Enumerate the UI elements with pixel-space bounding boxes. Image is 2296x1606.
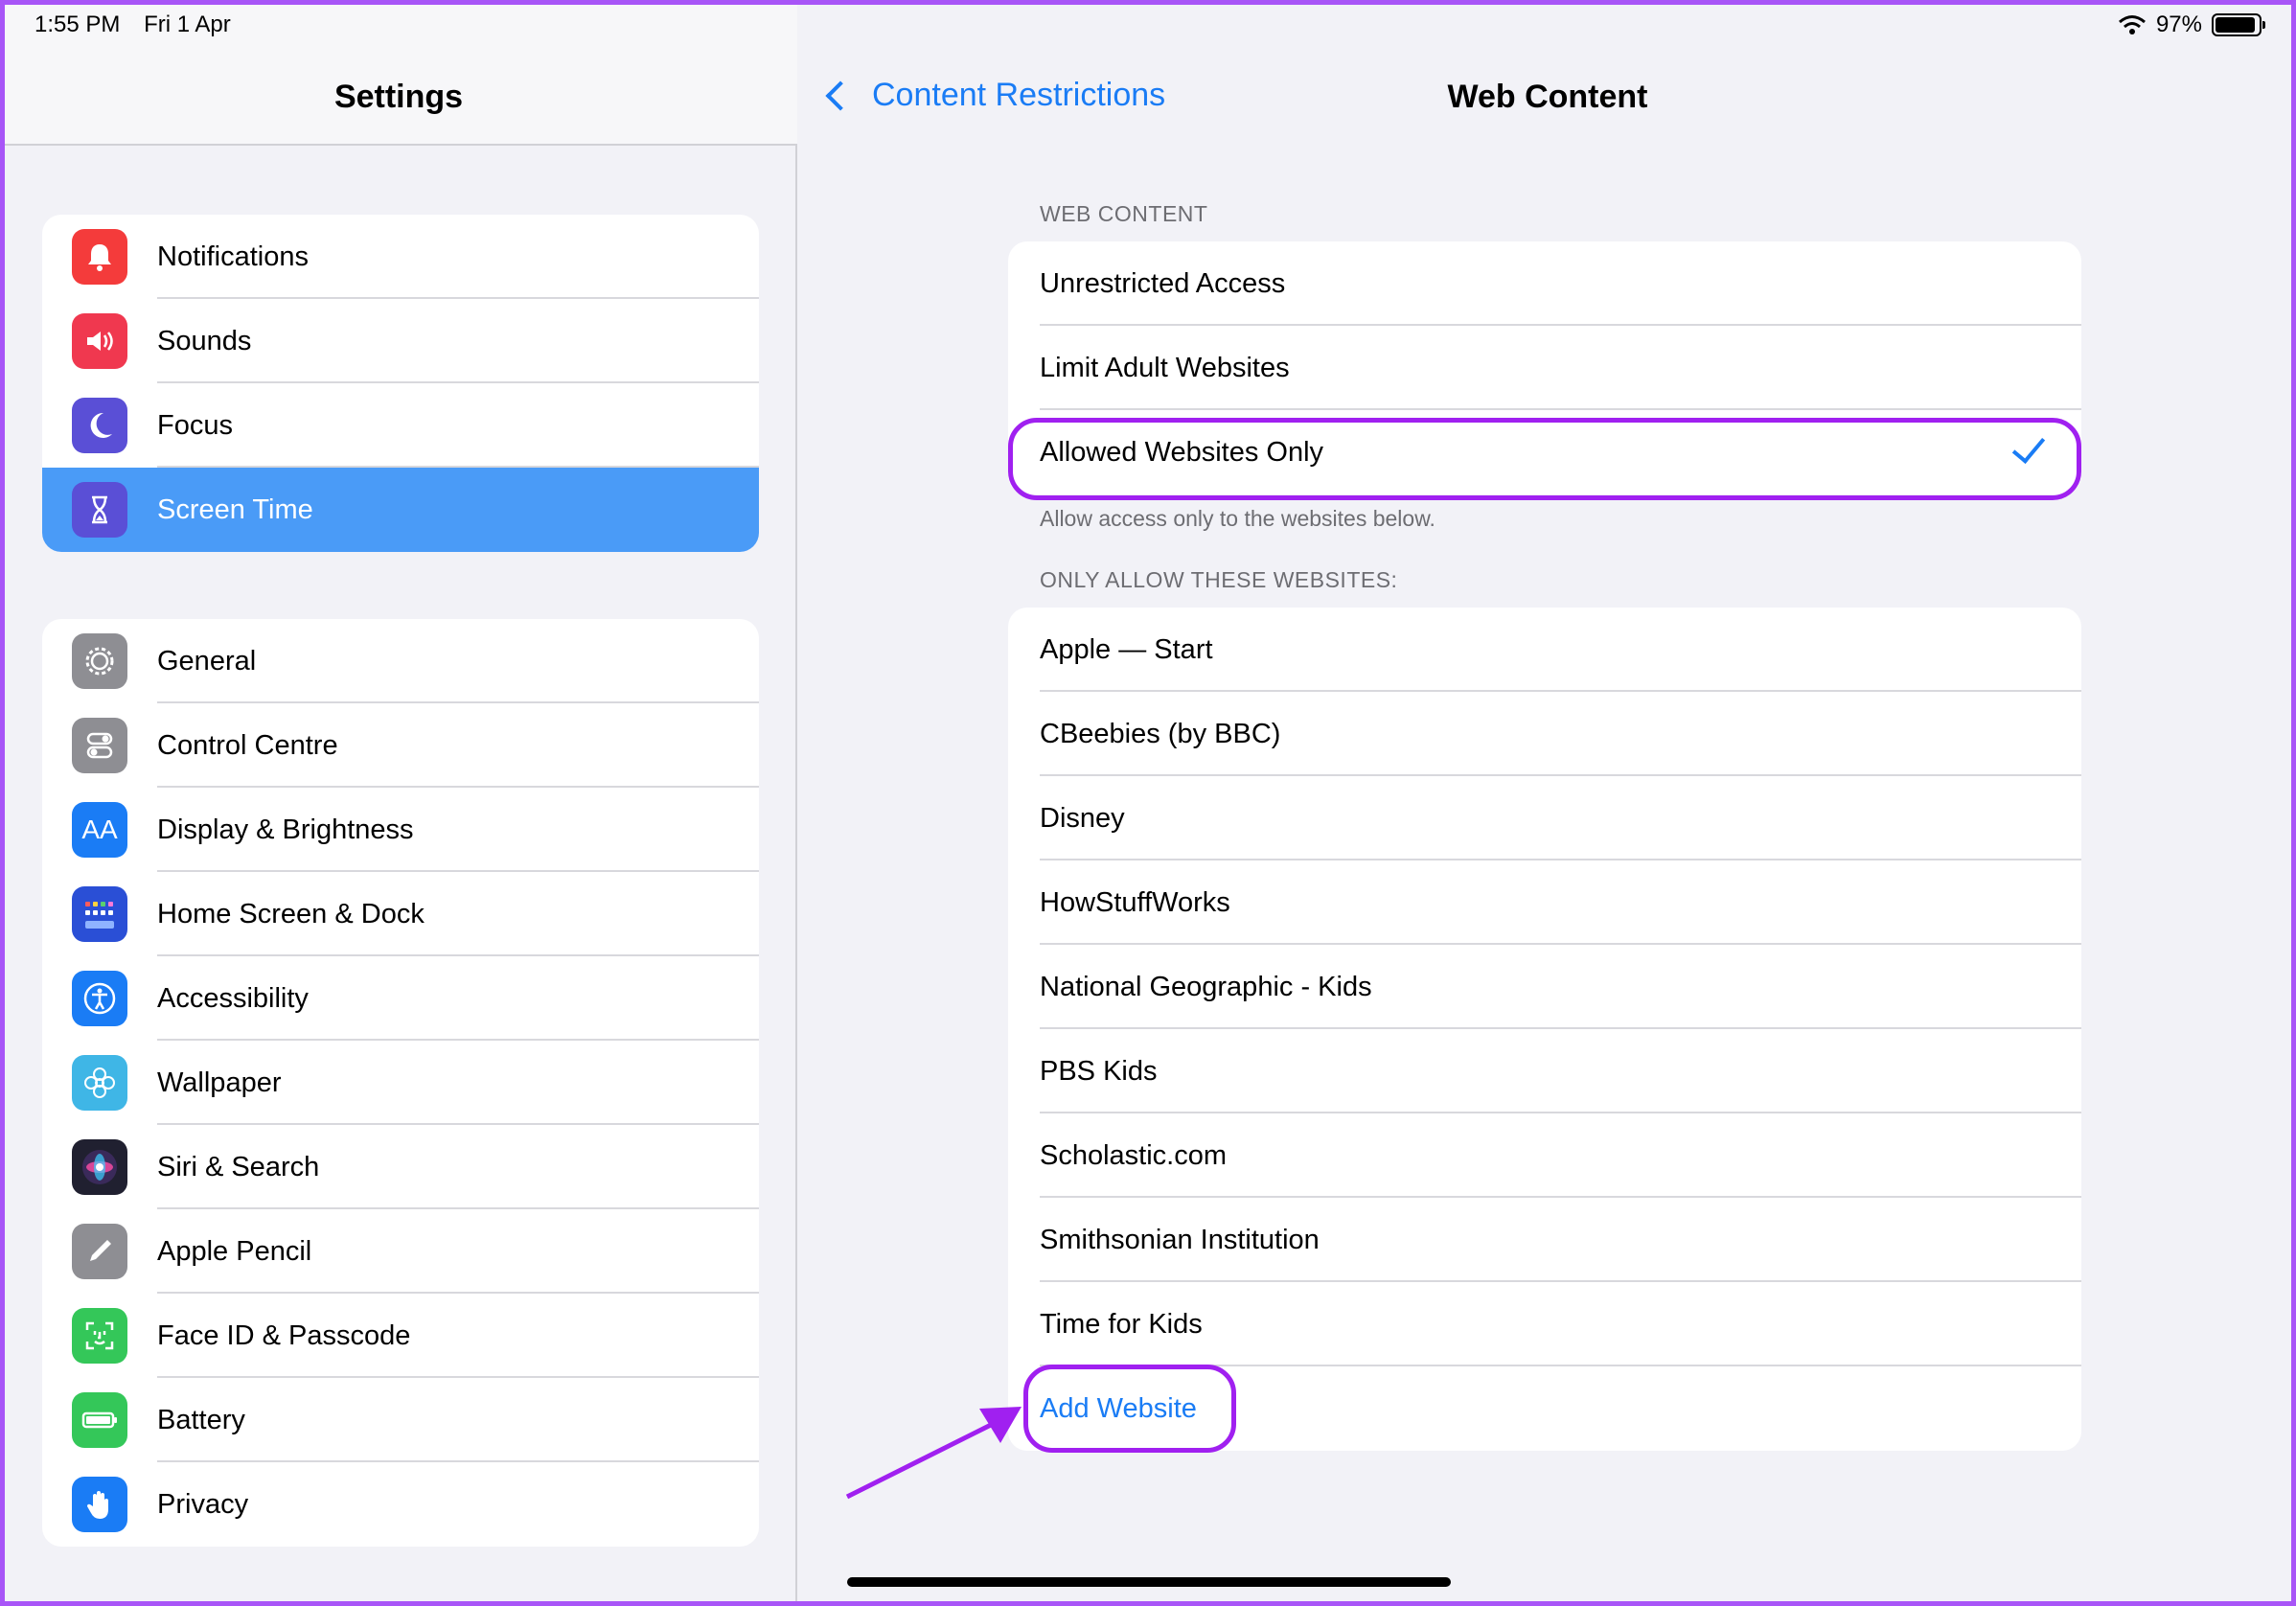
annotation-arrow-icon [845, 1407, 1022, 1500]
